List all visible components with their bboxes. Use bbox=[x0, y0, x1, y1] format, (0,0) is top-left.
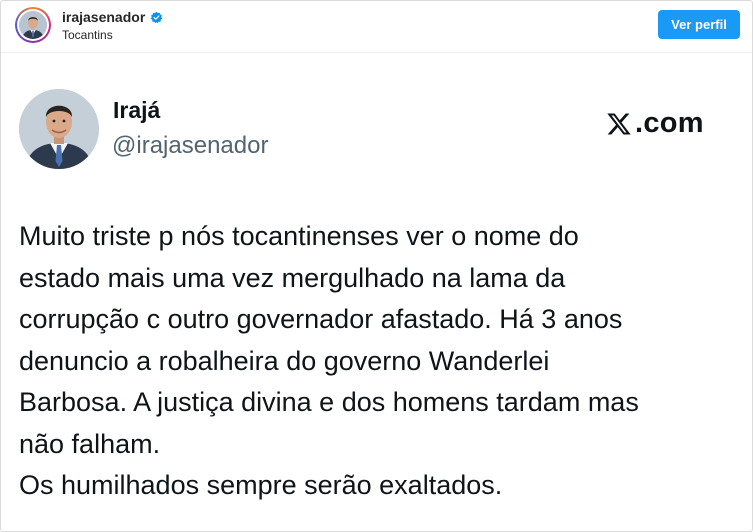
x-com-label: .com bbox=[635, 107, 704, 139]
tweet-text: Muito triste p nós tocantinenses ver o n… bbox=[19, 216, 739, 507]
username[interactable]: irajasenador bbox=[62, 9, 145, 25]
verified-badge-icon bbox=[151, 11, 163, 23]
x-com-watermark: .com bbox=[606, 107, 704, 140]
view-profile-button[interactable]: Ver perfil bbox=[658, 10, 740, 39]
tweet-handle: @irajasenador bbox=[112, 132, 269, 159]
location-label[interactable]: Tocantins bbox=[62, 28, 113, 42]
tweet-text-line: Muito triste p nós tocantinenses ver o n… bbox=[19, 221, 579, 251]
tweet-text-line: corrupção c outro governador afastado. H… bbox=[19, 304, 623, 334]
tweet-text-line: denuncio a robalheira do governo Wanderl… bbox=[19, 345, 550, 376]
avatar-image bbox=[19, 11, 47, 39]
tweet-display-name: Irajá bbox=[113, 97, 161, 123]
tweet-text-line: estado mais uma vez mergulhado na lama d… bbox=[19, 262, 566, 293]
profile-avatar[interactable] bbox=[15, 7, 51, 43]
post-frame: irajasenador Tocantins Ver perfil Irajá … bbox=[0, 0, 753, 532]
tweet-text-line: não falham. bbox=[19, 428, 161, 459]
person-portrait-icon bbox=[19, 11, 47, 39]
tweet-avatar bbox=[19, 89, 99, 169]
tweet-text-line: Barbosa. A justiça divina e dos homens t… bbox=[19, 387, 639, 417]
x-logo-icon bbox=[607, 112, 631, 135]
person-portrait-icon bbox=[19, 89, 99, 169]
post-header: irajasenador Tocantins Ver perfil bbox=[1, 1, 752, 53]
tweet-text-line: Os humilhados sempre serão exaltados. bbox=[19, 470, 503, 500]
